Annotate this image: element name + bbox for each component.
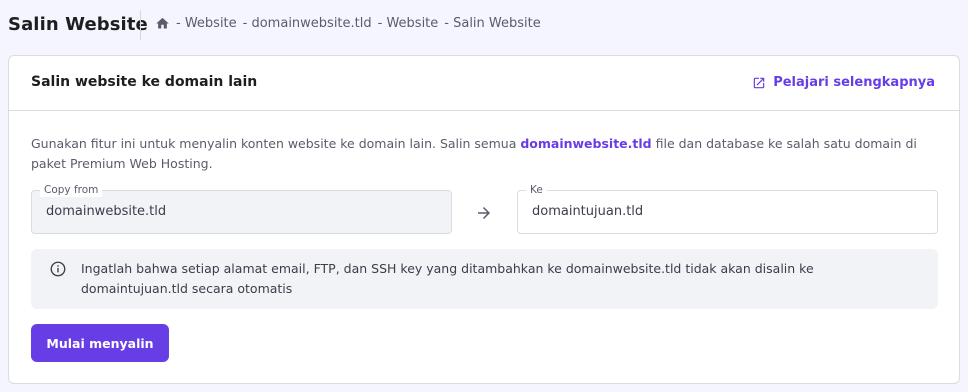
learn-more-link[interactable]: Pelajari selengkapnya	[752, 75, 935, 90]
breadcrumb-item-website[interactable]: - Website	[176, 16, 237, 31]
description-domain: domainwebsite.tld	[520, 136, 652, 151]
info-alert: Ingatlah bahwa setiap alamat email, FTP,…	[31, 249, 938, 309]
top-bar: Salin Website - Website - domainwebsite.…	[0, 0, 968, 52]
copy-from-label: Copy from	[40, 183, 103, 197]
description-text-start: Gunakan fitur ini untuk menyalin konten …	[31, 136, 521, 151]
breadcrumb-item-salin-website: - Salin Website	[444, 16, 541, 31]
home-icon[interactable]	[155, 16, 170, 31]
destination-field[interactable]: Ke	[517, 183, 938, 234]
card-title: Salin website ke domain lain	[31, 74, 258, 90]
copy-from-field: Copy from	[31, 183, 452, 234]
breadcrumb-item-domain[interactable]: - domainwebsite.tld	[243, 16, 372, 31]
copy-website-card: Salin website ke domain lain Pelajari se…	[8, 55, 960, 384]
arrow-right-icon	[478, 207, 490, 219]
copy-from-input	[46, 204, 436, 219]
header-divider	[140, 10, 141, 40]
external-link-icon	[753, 77, 765, 88]
destination-input[interactable]	[532, 204, 922, 219]
card-header: Salin website ke domain lain Pelajari se…	[9, 56, 959, 111]
destination-label: Ke	[526, 183, 547, 197]
learn-more-label: Pelajari selengkapnya	[773, 75, 935, 90]
description: Gunakan fitur ini untuk menyalin konten …	[31, 134, 941, 174]
alert-text: Ingatlah bahwa setiap alamat email, FTP,…	[81, 261, 814, 296]
breadcrumb: - Website - domainwebsite.tld - Website …	[155, 16, 541, 31]
page-title: Salin Website	[8, 14, 148, 35]
info-icon	[50, 261, 66, 277]
start-copy-button[interactable]: Mulai menyalin	[31, 324, 169, 362]
breadcrumb-item-website-2[interactable]: - Website	[378, 16, 439, 31]
